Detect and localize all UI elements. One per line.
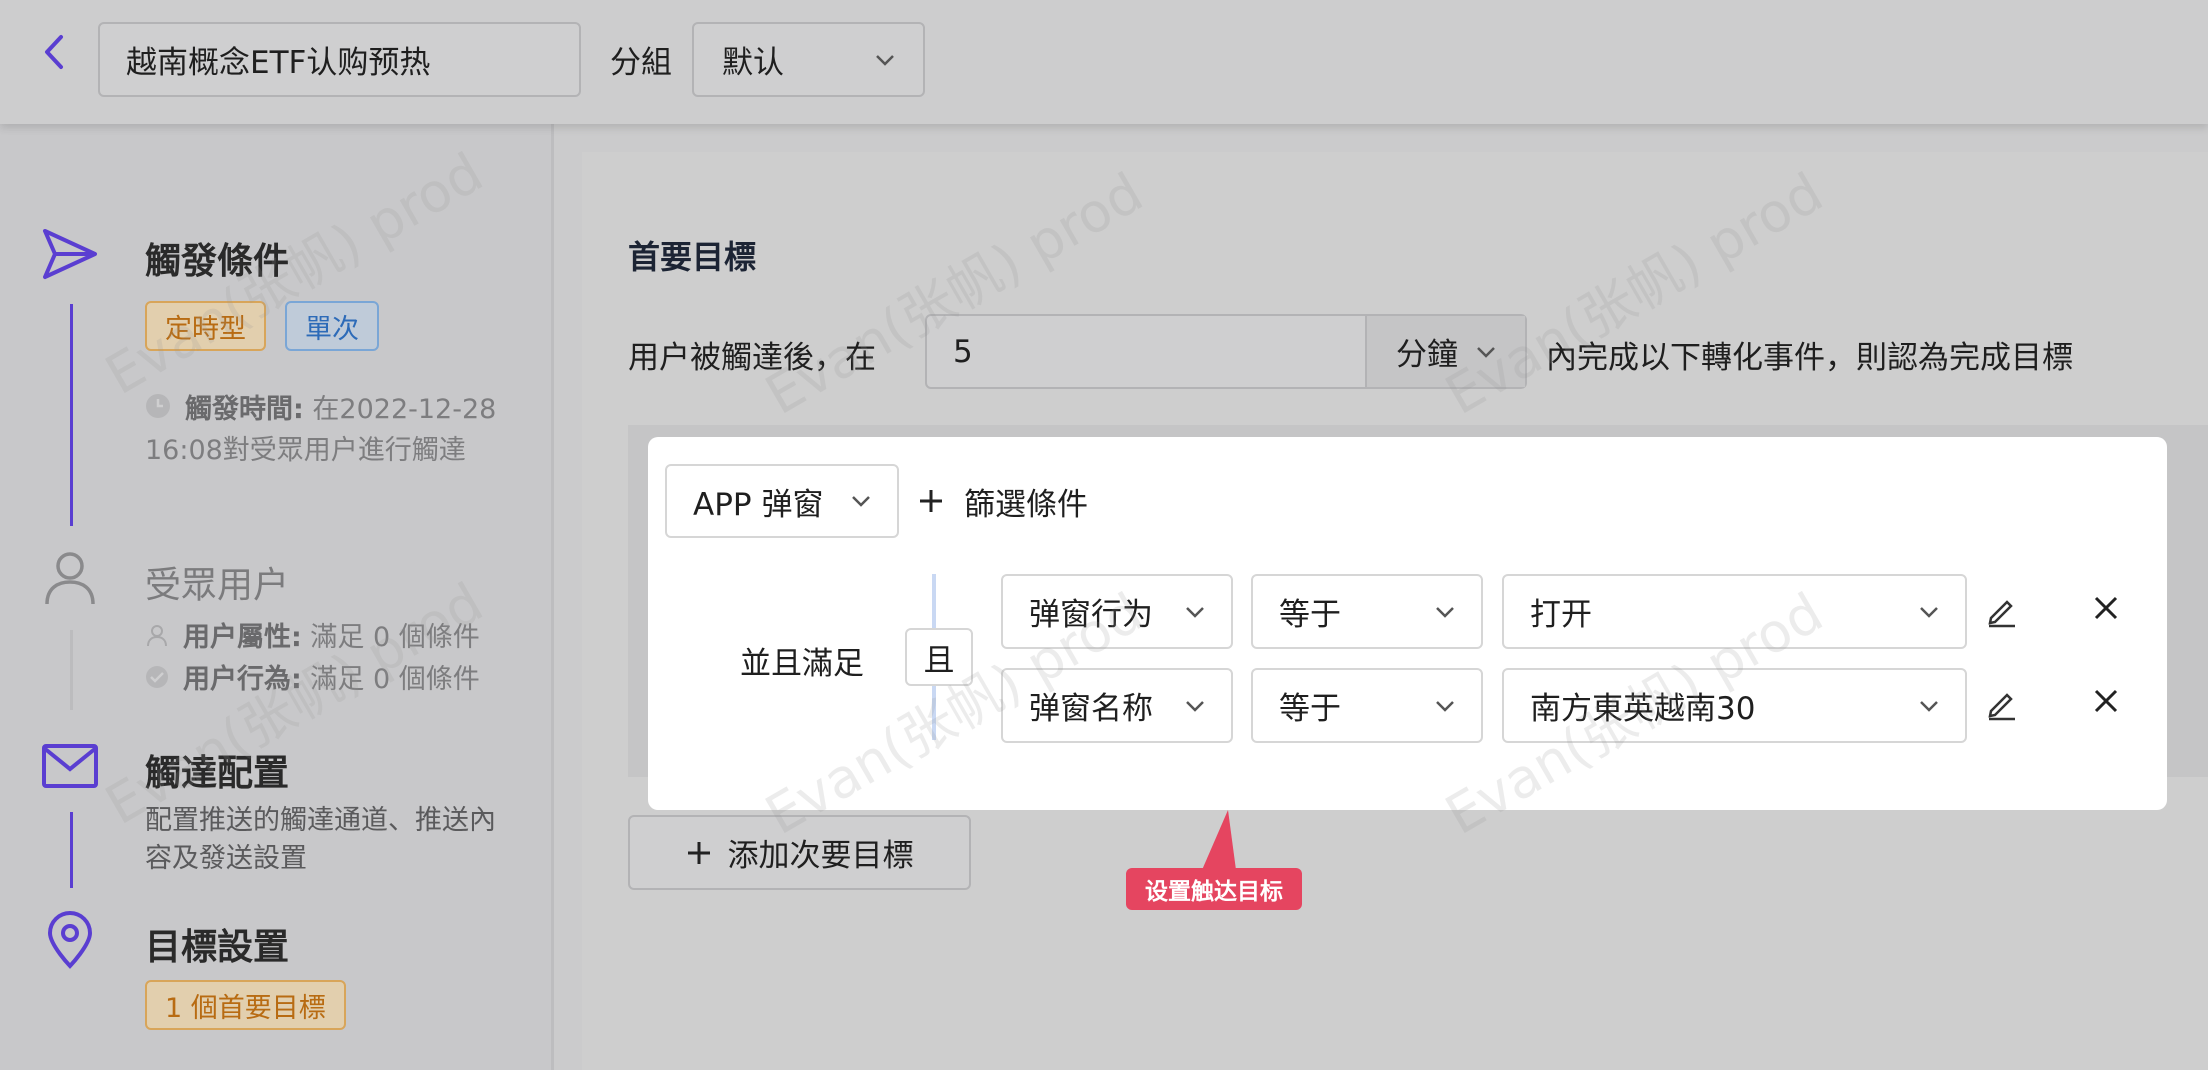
condition-value: 打开 — [1530, 597, 1592, 633]
condition-operator-value: 等于 — [1279, 597, 1341, 633]
user-behavior-label: 用户行為: — [183, 664, 302, 695]
delivery-description: 配置推送的觸達通道、推送內容及發送設置 — [145, 805, 496, 874]
user-attribute-label: 用户屬性: — [183, 622, 302, 653]
chevron-down-icon — [1920, 606, 1938, 618]
location-pin-icon — [40, 910, 100, 970]
chevron-down-icon — [1436, 700, 1454, 712]
remove-condition-close-icon[interactable] — [2090, 592, 2130, 632]
step-connector — [70, 812, 73, 888]
chevron-down-icon — [1477, 346, 1495, 358]
time-window-input[interactable]: 5 分鐘 — [925, 314, 1527, 389]
chevron-down-icon — [1920, 700, 1938, 712]
condition-field-value: 弹窗行为 — [1029, 597, 1153, 633]
trigger-time-info: 觸發時間: 在2022-12-28 16:08對受眾用户進行觸達 — [145, 390, 510, 471]
goal-sentence-suffix: 內完成以下轉化事件，則認為完成目標 — [1546, 340, 2073, 376]
check-circle-icon — [145, 661, 169, 701]
step-audience-title[interactable]: 受眾用户 — [145, 556, 289, 608]
group-label: 分組 — [610, 45, 672, 81]
plus-icon — [687, 841, 710, 864]
event-select[interactable]: APP 弹窗 — [665, 464, 899, 538]
goal-condition-panel: APP 弹窗 篩選條件 並且滿足 且 弹窗行为 等于 打开 弹窗名称 等于 南方… — [648, 437, 2167, 810]
user-attribute-value: 滿足 0 個條件 — [310, 622, 480, 653]
plus-icon — [920, 490, 942, 512]
trigger-type-tag: 定時型 — [145, 301, 266, 351]
chevron-down-icon — [852, 496, 870, 507]
trigger-frequency-tag: 單次 — [285, 301, 379, 351]
group-select-value: 默认 — [722, 45, 784, 81]
guide-tooltip: 设置触达目标 — [1126, 868, 1302, 910]
and-condition-label: 並且滿足 — [740, 646, 864, 682]
remove-condition-close-icon[interactable] — [2090, 685, 2130, 725]
add-secondary-goal-label: 添加次要目標 — [727, 838, 914, 874]
add-secondary-goal-button[interactable]: 添加次要目標 — [628, 815, 971, 890]
user-behavior-info: 用户行為: 滿足 0 個條件 — [145, 660, 480, 701]
top-bar: 越南概念ETF认购预热 分組 默认 — [0, 0, 2208, 124]
edit-pencil-icon[interactable] — [1983, 685, 2023, 725]
condition-value-select[interactable]: 南方東英越南30 — [1502, 668, 1967, 743]
edit-pencil-icon[interactable] — [1983, 592, 2023, 632]
user-behavior-value: 滿足 0 個條件 — [310, 664, 480, 695]
tooltip-pointer — [1202, 810, 1236, 870]
condition-value: 南方東英越南30 — [1530, 691, 1756, 727]
chevron-down-icon — [1186, 700, 1204, 712]
condition-value-select[interactable]: 打开 — [1502, 574, 1967, 649]
send-icon — [40, 224, 100, 284]
time-unit-select[interactable]: 分鐘 — [1365, 316, 1525, 387]
chevron-down-icon — [1186, 606, 1204, 618]
condition-field-select[interactable]: 弹窗名称 — [1001, 668, 1233, 743]
condition-operator-select[interactable]: 等于 — [1251, 668, 1483, 743]
user-icon — [40, 548, 100, 608]
goal-sentence-prefix: 用户被觸達後，在 — [628, 340, 876, 376]
user-attribute-info: 用户屬性: 滿足 0 個條件 — [145, 618, 480, 659]
step-delivery-title[interactable]: 觸達配置 — [145, 744, 289, 796]
time-unit-value: 分鐘 — [1396, 337, 1458, 373]
event-select-value: APP 弹窗 — [693, 486, 824, 523]
and-logic-toggle[interactable]: 且 — [905, 628, 973, 686]
user-outline-icon — [145, 619, 169, 659]
condition-field-value: 弹窗名称 — [1029, 691, 1153, 727]
step-trigger-title[interactable]: 觸發條件 — [145, 232, 289, 284]
goal-count-tag: 1 個首要目標 — [145, 980, 346, 1030]
clock-icon — [145, 391, 171, 431]
add-filter-label: 篩選條件 — [964, 486, 1088, 523]
step-goal-title[interactable]: 目標設置 — [145, 918, 289, 970]
step-connector — [70, 304, 73, 526]
chevron-down-icon — [1436, 606, 1454, 618]
back-button[interactable] — [34, 32, 74, 72]
chevron-left-icon — [45, 35, 63, 69]
mail-icon — [40, 736, 100, 796]
step-connector — [70, 630, 73, 710]
activity-name-input[interactable]: 越南概念ETF认购预热 — [98, 22, 581, 97]
condition-field-select[interactable]: 弹窗行为 — [1001, 574, 1233, 649]
condition-operator-select[interactable]: 等于 — [1251, 574, 1483, 649]
add-filter-button[interactable]: 篩選條件 — [918, 464, 1088, 538]
group-select[interactable]: 默认 — [692, 22, 925, 97]
trigger-time-label: 觸發時間: — [185, 394, 304, 425]
condition-operator-value: 等于 — [1279, 691, 1341, 727]
primary-goal-title: 首要目標 — [628, 238, 757, 276]
time-window-value[interactable]: 5 — [927, 334, 1365, 370]
chevron-down-icon — [876, 54, 894, 66]
